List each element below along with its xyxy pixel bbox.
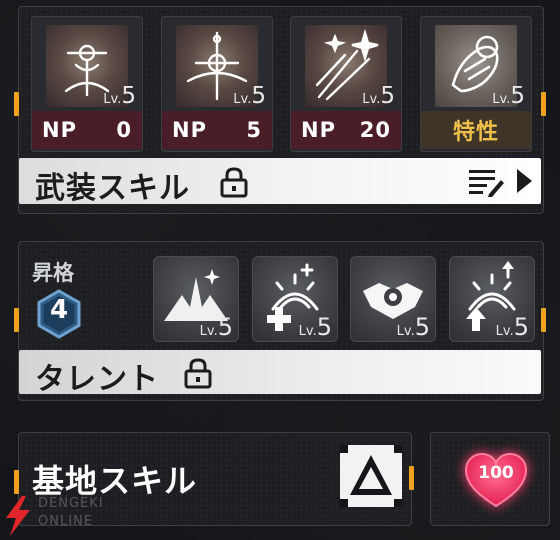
talent-card-4[interactable]: Lv.5 (449, 256, 535, 342)
base-panel-left-tab (14, 470, 19, 494)
weapon-card-3[interactable]: Lv.5 NP 20 (290, 16, 402, 152)
watermark-line1: DENGEKI (38, 496, 104, 511)
talent-card-1[interactable]: Lv.5 (153, 256, 239, 342)
ascension-level: 4 (49, 295, 69, 325)
talent-card-2[interactable]: Lv.5 (252, 256, 338, 342)
lock-icon (220, 167, 248, 198)
np-value: 5 (246, 118, 262, 142)
trait-row: 特性 (421, 111, 531, 149)
weapon-card-level: Lv.5 (233, 83, 266, 109)
skill-list-icon[interactable] (467, 167, 507, 197)
weapon-card-level: Lv.5 (103, 83, 136, 109)
ascension-badge: 4 (34, 289, 84, 339)
watermark-logo: DENGEKI ONLINE (4, 494, 134, 538)
lock-icon (184, 358, 212, 389)
base-skill-icon[interactable] (338, 443, 404, 509)
np-row: NP 0 (32, 111, 142, 149)
talent-label: タレント (35, 362, 159, 397)
trait-card-level: Lv.5 (492, 83, 525, 109)
talent-card-level: Lv.5 (199, 313, 233, 341)
talent-card-level: Lv.5 (396, 313, 430, 341)
weapon-panel-right-tab (541, 92, 546, 116)
np-label: NP (301, 118, 336, 142)
weapon-card-2[interactable]: Lv.5 NP 5 (161, 16, 273, 152)
trait-card[interactable]: Lv.5 特性 (420, 16, 532, 152)
talent-bar[interactable]: タレント (19, 350, 541, 397)
np-label: NP (42, 118, 77, 142)
weapon-panel-left-tab (14, 92, 19, 116)
talent-card-level: Lv.5 (495, 313, 529, 341)
np-label: NP (172, 118, 207, 142)
base-panel-right-tab (409, 466, 414, 490)
affection-heart: 100 (444, 438, 548, 516)
np-row: NP 20 (291, 111, 401, 149)
np-value: 0 (116, 118, 132, 142)
np-row: NP 5 (162, 111, 272, 149)
ascension-label: 昇格 (32, 261, 74, 285)
weapon-card-1[interactable]: Lv.5 NP 0 (31, 16, 143, 152)
watermark-line2: ONLINE (38, 514, 93, 529)
talent-card-level: Lv.5 (298, 313, 332, 341)
affection-value: 100 (478, 463, 514, 483)
play-arrow-icon[interactable] (514, 167, 534, 195)
weapon-skill-bar[interactable]: 武装スキル (19, 158, 541, 206)
lightning-logo-icon (6, 496, 30, 536)
weapon-skill-label: 武装スキル (35, 171, 190, 206)
weapon-card-level: Lv.5 (362, 83, 395, 109)
np-value: 20 (359, 118, 391, 142)
ascension-panel-right-tab (541, 308, 546, 332)
trait-label: 特性 (452, 120, 499, 145)
ascension-panel-left-tab (14, 308, 19, 332)
talent-card-3[interactable]: Lv.5 (350, 256, 436, 342)
